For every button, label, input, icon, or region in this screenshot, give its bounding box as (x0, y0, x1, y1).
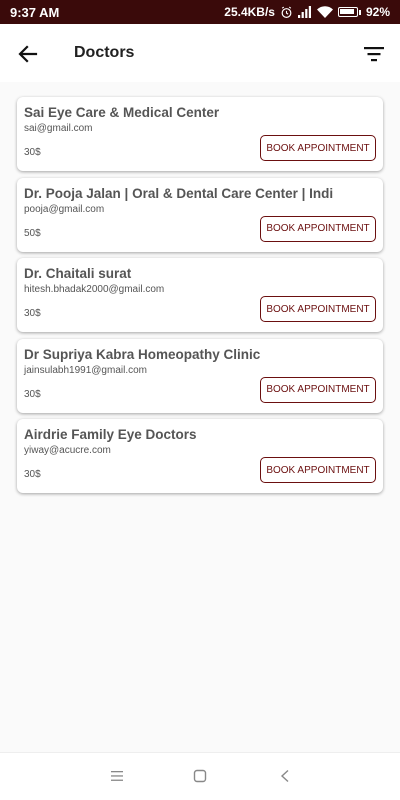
menu-icon[interactable] (110, 769, 124, 788)
doctor-price: 30$ (24, 388, 41, 400)
doctor-card[interactable]: Dr Supriya Kabra Homeopathy Clinic jains… (17, 338, 383, 413)
doctor-price: 30$ (24, 147, 41, 158)
battery-percent: 92% (365, 5, 390, 19)
net-speed: 25.4KB/s (224, 5, 275, 19)
doctor-name: Sai Eye Care & Medical Center (24, 105, 220, 120)
alarm-icon (280, 6, 293, 19)
arrow-back-icon[interactable] (16, 42, 40, 66)
book-appointment-button[interactable]: BOOK APPOINTMENT (260, 135, 376, 161)
doctor-name: Dr. Pooja Jalan | Oral & Dental Care Cen… (24, 185, 334, 201)
back-chevron-icon[interactable] (279, 769, 291, 788)
battery-icon (337, 7, 361, 17)
status-time: 9:37 AM (10, 4, 60, 20)
book-appointment-button[interactable]: BOOK APPOINTMENT (260, 376, 376, 403)
doctor-email: yiway@acucre.com (24, 445, 111, 456)
filter-list-icon[interactable] (362, 42, 386, 66)
doctor-name: Dr Supriya Kabra Homeopathy Clinic (24, 346, 261, 362)
status-bar: 9:37 AM 25.4KB/s 92% (0, 0, 400, 24)
book-appointment-button[interactable]: BOOK APPOINTMENT (260, 296, 376, 322)
doctor-card[interactable]: Dr. Chaitali surat hitesh.bhadak2000@gma… (17, 258, 383, 332)
doctor-email: jainsulabh1991@gmail.com (24, 364, 147, 376)
signal-icon (297, 6, 312, 18)
system-nav-bar (0, 752, 400, 800)
doctor-card[interactable]: Dr. Pooja Jalan | Oral & Dental Care Cen… (17, 177, 383, 252)
doctor-price: 50$ (24, 227, 41, 239)
doctor-email: hitesh.bhadak2000@gmail.com (24, 284, 165, 295)
home-square-icon[interactable] (193, 769, 207, 788)
doctor-name: Airdrie Family Eye Doctors (24, 427, 197, 442)
status-indicators: 25.4KB/s 92% (224, 5, 390, 19)
doctor-list: Sai Eye Care & Medical Center sai@gmail.… (17, 97, 383, 500)
doctor-price: 30$ (24, 308, 41, 319)
doctor-name: Dr. Chaitali surat (24, 266, 132, 281)
doctor-email: pooja@gmail.com (24, 203, 105, 215)
doctor-card[interactable]: Sai Eye Care & Medical Center sai@gmail.… (17, 97, 383, 171)
doctor-card[interactable]: Airdrie Family Eye Doctors yiway@acucre.… (17, 419, 383, 493)
app-bar: Doctors (0, 24, 400, 82)
page-title: Doctors (74, 44, 135, 61)
doctor-price: 30$ (24, 469, 41, 480)
doctor-email: sai@gmail.com (24, 123, 93, 134)
book-appointment-button[interactable]: BOOK APPOINTMENT (260, 457, 376, 483)
book-appointment-button[interactable]: BOOK APPOINTMENT (260, 215, 376, 242)
wifi-icon (316, 6, 333, 18)
